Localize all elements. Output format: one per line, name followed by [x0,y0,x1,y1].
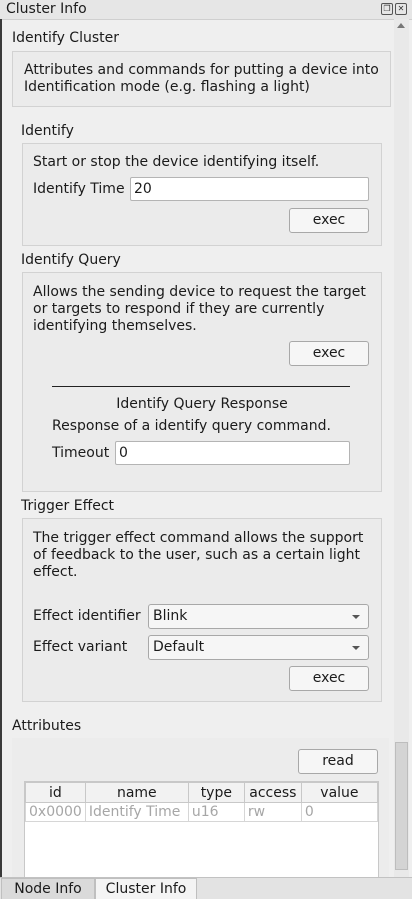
effect-identifier-label: Effect identifier [33,608,141,624]
effect-variant-select[interactable]: Default [148,635,369,660]
cluster-description-box: Attributes and commands for putting a de… [12,51,391,107]
timeout-label: Timeout [52,445,110,461]
identify-query-box: Allows the sending device to request the… [22,272,382,492]
trigger-effect-description-line1: The trigger effect command allows the su… [33,530,364,546]
column-header-access[interactable]: access [243,782,302,803]
table-header-row: id name type access value [25,782,379,803]
scroll-up-icon[interactable] [397,23,405,28]
cell-name: Identify Time [84,802,189,822]
response-divider [52,386,350,387]
chevron-down-icon [352,646,360,650]
trigger-effect-description-line2: of feedback to the user, such as a certa… [33,547,360,563]
tab-node-info[interactable]: Node Info [1,878,95,899]
panel-left-edge [0,19,2,877]
effect-identifier-value: Blink [153,608,188,624]
cluster-description-line2: Identification mode (e.g. flashing a lig… [24,79,310,95]
title-bar: Cluster Info ❐ ✕ [0,0,412,20]
table-row[interactable]: 0x0000 Identify Time u16 rw 0 [25,802,379,822]
effect-identifier-select[interactable]: Blink [148,604,369,629]
column-header-type[interactable]: type [187,782,245,803]
response-description: Response of a identify query command. [52,418,331,434]
identify-query-description-line3: identifying themselves. [33,318,197,334]
column-header-id[interactable]: id [25,782,86,803]
identify-time-label: Identify Time [33,181,125,197]
cell-id: 0x0000 [25,802,86,822]
cluster-title: Identify Cluster [12,30,119,46]
trigger-effect-title: Trigger Effect [21,498,115,514]
tab-cluster-info[interactable]: Cluster Info [95,878,197,899]
identify-box: Start or stop the device identifying its… [22,143,382,246]
column-header-name[interactable]: name [84,782,189,803]
scrollbar-thumb[interactable] [395,742,408,870]
identify-exec-button[interactable]: exec [289,208,369,233]
restore-icon[interactable]: ❐ [381,3,393,15]
effect-variant-label: Effect variant [33,639,128,655]
identify-query-description-line2: or targets to respond if they are curren… [33,301,325,317]
window-title: Cluster Info [6,1,87,17]
identify-time-input[interactable]: 20 [130,177,369,201]
identify-title: Identify [21,123,74,139]
cluster-description-line1: Attributes and commands for putting a de… [24,62,379,78]
attributes-title: Attributes [12,718,82,734]
trigger-effect-exec-button[interactable]: exec [289,666,369,691]
timeout-input[interactable]: 0 [115,441,350,465]
close-icon[interactable]: ✕ [395,3,407,15]
cell-access: rw [243,802,302,822]
identify-query-exec-button[interactable]: exec [289,341,369,366]
trigger-effect-box: The trigger effect command allows the su… [22,518,382,702]
attributes-table: id name type access value 0x0000 Identif… [25,782,379,822]
response-title: Identify Query Response [116,396,288,412]
identify-query-description-line1: Allows the sending device to request the… [33,284,366,300]
column-header-value[interactable]: value [300,782,379,803]
trigger-effect-description-line3: effect. [33,564,78,580]
effect-variant-value: Default [153,639,205,655]
identify-query-title: Identify Query [21,252,121,268]
attributes-read-button[interactable]: read [298,749,378,774]
cell-value: 0 [300,802,379,822]
cell-type: u16 [187,802,245,822]
identify-description: Start or stop the device identifying its… [33,154,320,170]
attributes-box: read id name type access value 0x0000 Id… [12,738,389,893]
tab-bar: Node Info Cluster Info [0,877,412,899]
chevron-down-icon [352,615,360,619]
